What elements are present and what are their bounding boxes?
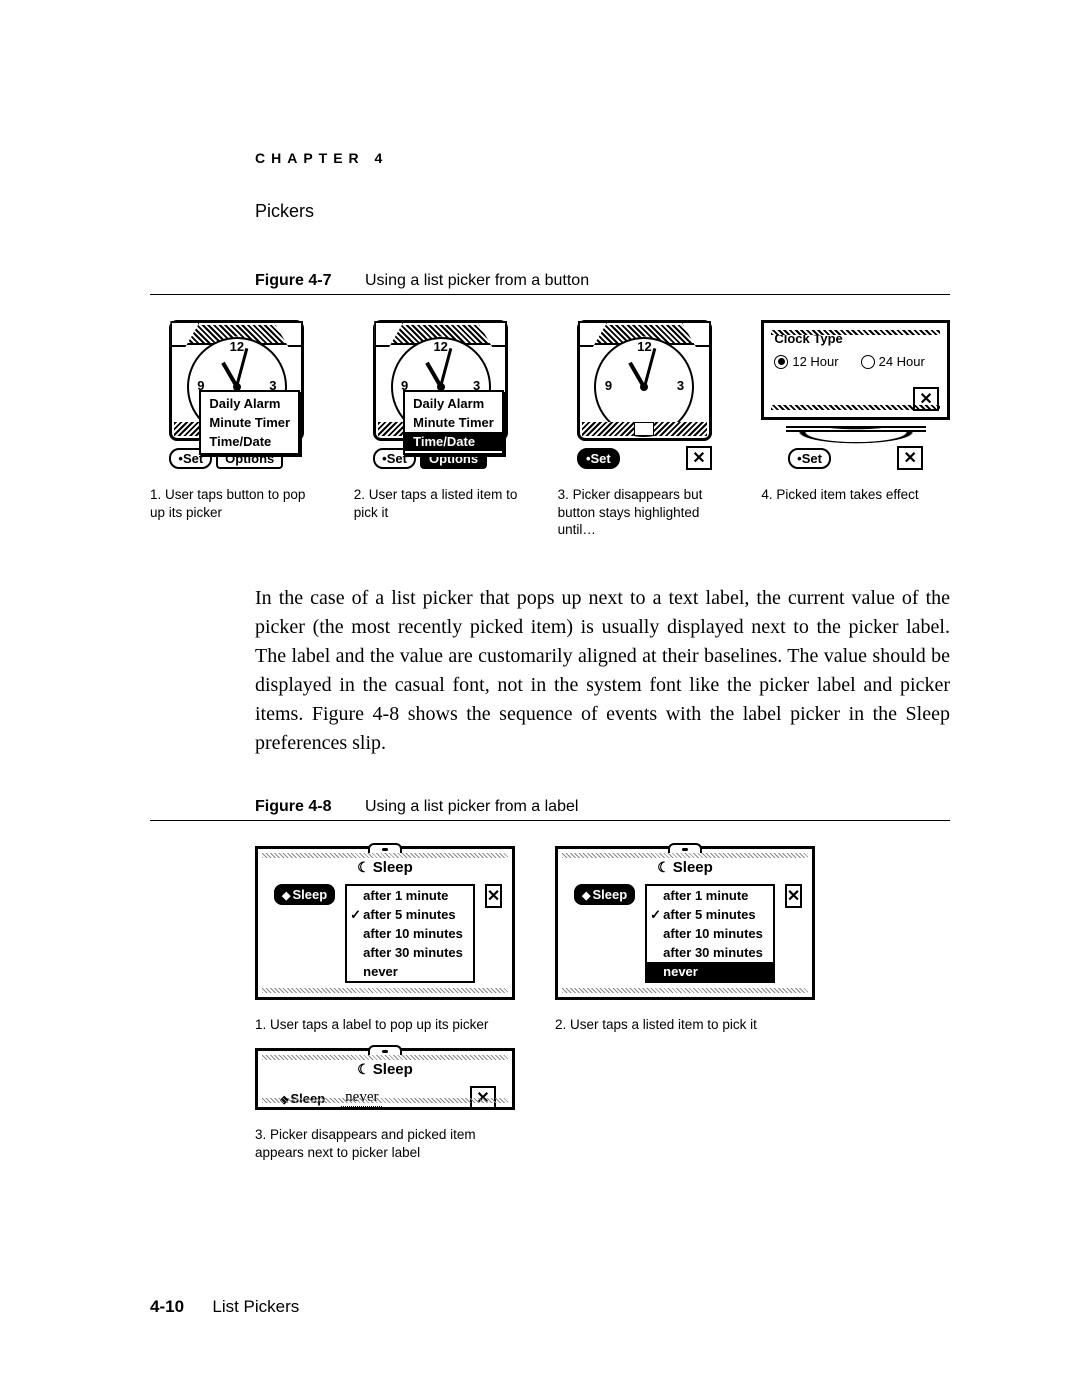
options-menu[interactable]: Daily Alarm Minute Timer Time/Date <box>403 390 504 455</box>
fig47-caption-1: 1. User taps button to pop up its picker <box>150 486 324 521</box>
menu-after-10-minutes[interactable]: after 10 minutes <box>647 924 773 943</box>
close-icon[interactable]: ✕ <box>785 884 802 908</box>
fig47-caption-4: 4. Picked item takes effect <box>761 486 950 504</box>
page-footer: 4-10 List Pickers <box>150 1297 299 1317</box>
close-icon[interactable]: ✕ <box>913 387 939 411</box>
menu-after-30-minutes[interactable]: after 30 minutes <box>647 943 773 962</box>
clock-type-title: Clock Type <box>774 331 937 346</box>
body-paragraph: In the case of a list picker that pops u… <box>255 584 950 758</box>
figure-4-8-title: Using a list picker from a label <box>365 798 578 816</box>
menu-daily-alarm[interactable]: Daily Alarm <box>405 394 502 413</box>
menu-never[interactable]: never <box>347 962 473 981</box>
menu-minute-timer[interactable]: Minute Timer <box>405 413 502 432</box>
figure-4-7-title: Using a list picker from a button <box>365 272 589 290</box>
menu-after-30-minutes[interactable]: after 30 minutes <box>347 943 473 962</box>
sleep-slip-step2: ☾Sleep ◆Sleep after 1 minute after 5 min… <box>555 846 815 1000</box>
options-menu[interactable]: Daily Alarm Minute Timer Time/Date <box>199 390 300 455</box>
sleep-heading: ☾Sleep <box>268 1061 502 1078</box>
sleep-heading: ☾Sleep <box>568 859 802 876</box>
fig47-caption-3: 3. Picker disappears but button stays hi… <box>558 486 732 539</box>
drag-handle-icon[interactable] <box>668 843 702 853</box>
fig47-caption-2: 2. User taps a listed item to pick it <box>354 486 528 521</box>
drag-handle-icon[interactable] <box>368 1045 402 1055</box>
figure-4-7-id: Figure 4-7 <box>255 272 365 290</box>
page-number: 4-10 <box>150 1297 184 1316</box>
figure-4-8-id: Figure 4-8 <box>255 798 365 816</box>
section-title: Pickers <box>255 201 950 222</box>
sleep-menu[interactable]: after 1 minute after 5 minutes after 10 … <box>645 884 775 983</box>
clock-step1: 12 3 9 Daily Alarm Minute Timer Time/Dat… <box>169 320 304 470</box>
clock-type-slip: Clock Type 12 Hour 24 Hour ✕ <box>761 320 950 420</box>
clock-step3: 12 3 6 9 •Set ✕ <box>577 320 712 470</box>
menu-after-10-minutes[interactable]: after 10 minutes <box>347 924 473 943</box>
set-button[interactable]: •Set <box>788 448 831 469</box>
sleep-menu[interactable]: after 1 minute after 5 minutes after 10 … <box>345 884 475 983</box>
footer-section: List Pickers <box>212 1297 299 1316</box>
moon-icon: ☾ <box>357 1061 370 1077</box>
moon-icon: ☾ <box>357 859 370 875</box>
sleep-value: never <box>341 1089 382 1107</box>
menu-daily-alarm[interactable]: Daily Alarm <box>201 394 298 413</box>
fig48-caption-3: 3. Picker disappears and picked item app… <box>255 1126 525 1161</box>
menu-after-1-minute[interactable]: after 1 minute <box>347 886 473 905</box>
radio-12-hour[interactable]: 12 Hour <box>774 354 838 369</box>
close-icon[interactable]: ✕ <box>897 446 923 470</box>
sleep-heading: ☾Sleep <box>268 859 502 876</box>
menu-after-5-minutes-checked[interactable]: after 5 minutes <box>647 905 773 924</box>
sleep-label[interactable]: ◆Sleep <box>574 884 635 905</box>
sleep-slip-step3: ☾Sleep ◆Sleep never ✕ <box>255 1048 515 1110</box>
figure-4-7-row: 12 3 9 Daily Alarm Minute Timer Time/Dat… <box>150 320 950 539</box>
set-button-active[interactable]: •Set <box>577 448 620 469</box>
chapter-label: CHAPTER 4 <box>255 150 950 166</box>
fig48-caption-2: 2. User taps a listed item to pick it <box>555 1016 825 1034</box>
moon-icon: ☾ <box>657 859 670 875</box>
fig48-caption-1: 1. User taps a label to pop up its picke… <box>255 1016 525 1034</box>
menu-after-5-minutes-checked[interactable]: after 5 minutes <box>347 905 473 924</box>
menu-never-highlighted[interactable]: never <box>647 962 773 981</box>
radio-24-hour[interactable]: 24 Hour <box>861 354 925 369</box>
sleep-slip-step1: ☾Sleep ◆Sleep after 1 minute after 5 min… <box>255 846 515 1000</box>
sleep-label-plain[interactable]: ◆Sleep <box>274 1090 331 1107</box>
clock-step2: 12 3 9 Daily Alarm Minute Timer Time/Dat… <box>373 320 508 470</box>
close-icon[interactable]: ✕ <box>470 1086 496 1110</box>
menu-after-1-minute[interactable]: after 1 minute <box>647 886 773 905</box>
close-icon[interactable]: ✕ <box>686 446 712 470</box>
drag-handle-icon[interactable] <box>368 843 402 853</box>
menu-minute-timer[interactable]: Minute Timer <box>201 413 298 432</box>
menu-time-date[interactable]: Time/Date <box>201 432 298 451</box>
clock-stand-deco <box>786 426 926 446</box>
close-icon[interactable]: ✕ <box>485 884 502 908</box>
menu-time-date-selected[interactable]: Time/Date <box>405 432 502 451</box>
sleep-label[interactable]: ◆Sleep <box>274 884 335 905</box>
